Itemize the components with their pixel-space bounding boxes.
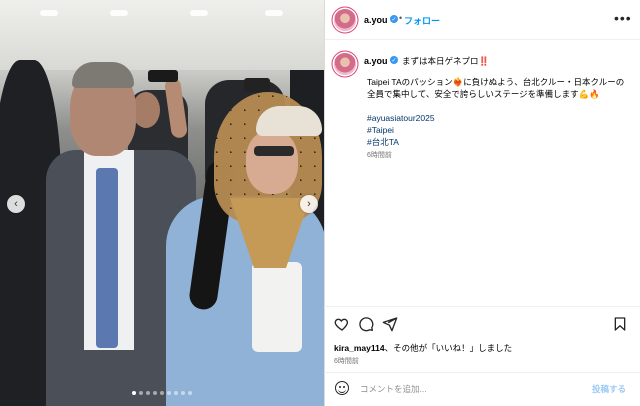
- separator-dot: •: [399, 13, 403, 23]
- carousel-dot: [132, 391, 136, 395]
- more-dots-icon[interactable]: •••: [614, 10, 632, 26]
- caption-avatar[interactable]: [334, 53, 356, 75]
- instagram-post-window: ‹ › a.you ✓ • フォロー ••• a.you ✓ まずは本日ゲネプロ…: [0, 0, 640, 406]
- man-tie: [96, 168, 118, 348]
- ceiling-light: [110, 10, 128, 16]
- likes-summary: kira_may114、その他が「いいね！」しました: [334, 342, 512, 354]
- carousel-dot: [174, 391, 178, 395]
- bookmark-icon[interactable]: [612, 316, 628, 332]
- hashtag-link[interactable]: #台北TA: [367, 136, 629, 148]
- likes-text: 、その他が「いいね！」しました: [384, 343, 513, 353]
- sunglasses: [254, 146, 294, 156]
- chevron-right-icon[interactable]: ›: [300, 195, 318, 213]
- carousel-dot: [146, 391, 150, 395]
- carousel-dot: [139, 391, 143, 395]
- verified-badge-icon: ✓: [390, 56, 398, 64]
- ceiling-light: [190, 10, 208, 16]
- comment-input[interactable]: コメントを追加...: [360, 383, 427, 395]
- carousel-dots: [132, 391, 192, 395]
- caption-body: Taipei TAのパッション❤️‍🔥に負けぬよう、台北クルー・日本クルーの全員…: [367, 76, 629, 162]
- username-link[interactable]: a.you: [364, 15, 388, 25]
- verified-badge-icon: ✓: [390, 15, 398, 23]
- comment-icon[interactable]: [358, 316, 374, 332]
- follow-button[interactable]: フォロー: [404, 14, 440, 27]
- carousel-dot: [188, 391, 192, 395]
- woman-cap: [256, 106, 322, 136]
- caption-text: Taipei TAのパッション❤️‍🔥に負けぬよう、台北クルー・日本クルーの全員…: [367, 77, 625, 99]
- camera: [244, 78, 270, 92]
- share-icon[interactable]: [382, 316, 398, 332]
- actions-divider: [324, 306, 640, 307]
- hashtag-link[interactable]: #Taipei: [367, 124, 629, 136]
- liker-username[interactable]: kira_may114: [334, 343, 385, 353]
- ceiling-light: [40, 10, 58, 16]
- ceiling-light: [265, 10, 283, 16]
- caption-username[interactable]: a.you: [364, 56, 388, 66]
- chevron-left-icon[interactable]: ‹: [7, 195, 25, 213]
- background-person-head: [132, 92, 160, 128]
- carousel-dot: [160, 391, 164, 395]
- caption-timestamp: 6時間前: [367, 152, 392, 159]
- post-comment-button[interactable]: 投稿する: [592, 383, 626, 395]
- avatar[interactable]: [334, 9, 356, 31]
- heart-icon[interactable]: [334, 316, 350, 332]
- man-hair: [72, 62, 134, 88]
- caption-title: まずは本日ゲネプロ‼️: [402, 56, 490, 66]
- post-photo[interactable]: ‹ ›: [0, 0, 324, 406]
- post-timestamp[interactable]: 6時間前: [334, 356, 359, 366]
- carousel-dot: [153, 391, 157, 395]
- carousel-dot: [181, 391, 185, 395]
- camera: [148, 70, 178, 82]
- woman-top: [252, 262, 302, 352]
- carousel-dot: [167, 391, 171, 395]
- hashtag-link[interactable]: #ayuasiatour2025: [367, 112, 629, 124]
- woman-face: [246, 130, 298, 194]
